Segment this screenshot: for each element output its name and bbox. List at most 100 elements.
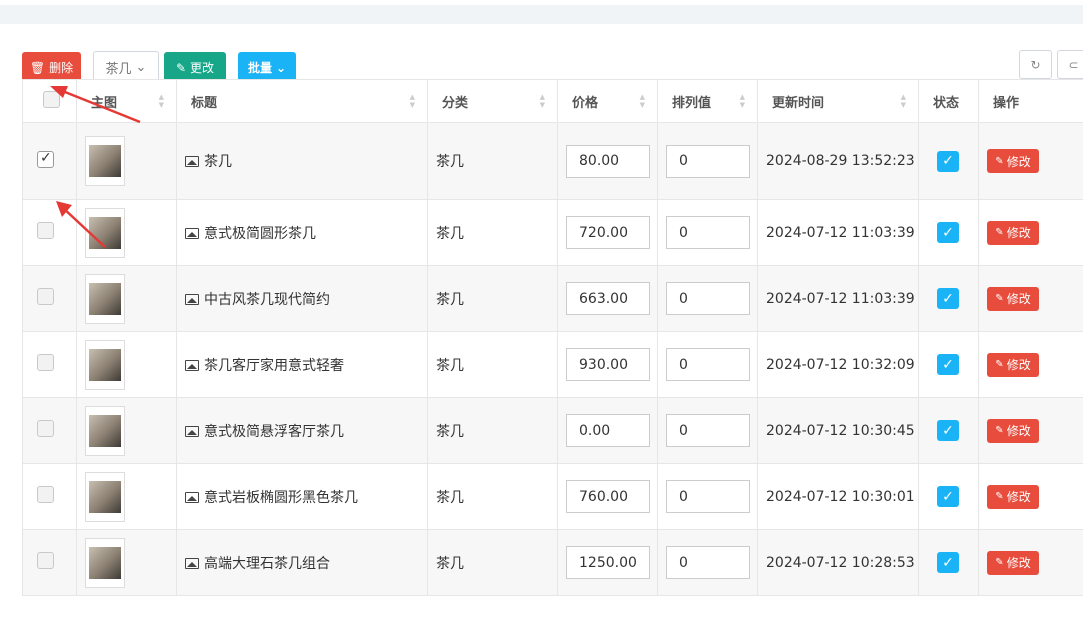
price-input[interactable]: 1250.00: [566, 546, 650, 579]
sort-value-input[interactable]: 0: [666, 216, 750, 249]
toggle-view-button[interactable]: ⊂: [1057, 50, 1083, 79]
status-cell: ✓: [918, 331, 979, 398]
product-title[interactable]: 中古风茶几现代简约: [204, 292, 330, 308]
sort-icon[interactable]: ▲ ▼: [410, 93, 415, 109]
product-thumbnail[interactable]: [85, 471, 125, 522]
product-thumbnail[interactable]: [85, 136, 125, 186]
product-title[interactable]: 意式极简圆形茶几: [204, 226, 316, 242]
batch-label: 批量: [247, 61, 272, 75]
table-row[interactable]: 茶几 茶几 80.00 0 2024-08-29 13:52:23 ✓ ✎修改: [22, 122, 1083, 200]
chevron-down-icon: ⌄: [275, 60, 287, 75]
price-input[interactable]: 720.00: [566, 216, 650, 249]
sort-icon[interactable]: ▲ ▼: [640, 93, 645, 109]
row-select-cell[interactable]: [22, 463, 77, 530]
table-row[interactable]: 意式岩板椭圆形黑色茶几 茶几 760.00 0 2024-07-12 10:30:01 ✓…: [22, 463, 1083, 530]
refresh-button[interactable]: ↻: [1019, 50, 1052, 79]
action-cell: ✎ 修改: [978, 397, 1083, 464]
category-cell: 茶几: [427, 397, 558, 464]
price-input[interactable]: 663.00: [566, 282, 650, 315]
row-select-cell[interactable]: [22, 529, 77, 596]
product-thumbnail[interactable]: [85, 273, 125, 324]
sort-value-input[interactable]: 0: [666, 144, 750, 178]
modify-button[interactable]: ✎ 修改: [987, 418, 1039, 443]
modify-button[interactable]: ✎ 修改: [987, 149, 1039, 173]
column-header-updated[interactable]: 更新时间 ▲ ▼: [757, 79, 919, 123]
column-header-status: 状态: [918, 79, 979, 123]
sort-value-cell: 0: [657, 331, 758, 398]
check-icon[interactable]: ✓: [937, 552, 959, 573]
sort-value-input[interactable]: 0: [666, 282, 750, 315]
row-checkbox[interactable]: [37, 552, 54, 569]
check-icon[interactable]: ✓: [937, 354, 959, 375]
row-checkbox[interactable]: [37, 288, 54, 305]
edit-icon: ✎: [995, 155, 1004, 167]
check-icon[interactable]: ✓: [937, 222, 959, 243]
price-input[interactable]: 0.00: [566, 414, 650, 447]
row-select-cell[interactable]: [22, 331, 77, 398]
thumbnail-cell: [76, 265, 177, 332]
sort-icon[interactable]: ▲ ▼: [901, 93, 906, 109]
status-cell: ✓: [918, 122, 979, 200]
sort-icon[interactable]: ▲ ▼: [740, 93, 745, 109]
column-header-price[interactable]: 价格 ▲ ▼: [557, 79, 658, 123]
check-icon[interactable]: ✓: [937, 486, 959, 507]
modify-button[interactable]: ✎ 修改: [987, 286, 1039, 311]
sort-value-input[interactable]: 0: [666, 480, 750, 513]
select-all-checkbox[interactable]: [43, 90, 60, 108]
edit-icon: ✎: [995, 227, 1004, 238]
sort-icon[interactable]: ▲ ▼: [540, 93, 545, 109]
sort-value-input[interactable]: 0: [666, 348, 750, 381]
check-icon[interactable]: ✓: [937, 420, 959, 441]
product-thumbnail[interactable]: [85, 207, 125, 258]
table-row[interactable]: 意式极简悬浮客厅茶几 茶几 0.00 0 2024-07-12 10:30:45 ✓ ✎ 修改: [22, 397, 1083, 464]
updated-cell: 2024-07-12 11:03:39: [757, 199, 919, 266]
check-icon[interactable]: ✓: [937, 150, 959, 172]
column-header-image[interactable]: 主图 ▲ ▼: [76, 79, 177, 123]
price-input[interactable]: 930.00: [566, 348, 650, 381]
table-row[interactable]: 中古风茶几现代简约 茶几 663.00 0 2024-07-12 11:03:39 ✓ ✎ 修…: [22, 265, 1083, 332]
row-checkbox[interactable]: [37, 150, 54, 168]
category-cell: 茶几: [427, 122, 558, 200]
image-icon: [185, 359, 199, 371]
select-all-cell[interactable]: [22, 79, 77, 123]
table-row[interactable]: 高端大理石茶几组合 茶几 1250.00 0 2024-07-12 10:28:53 ✓ ✎…: [22, 529, 1083, 596]
updated-time: 2024-08-29 13:52:23: [766, 153, 915, 169]
product-thumbnail[interactable]: [85, 405, 125, 456]
modify-button[interactable]: ✎ 修改: [987, 352, 1039, 377]
edit-icon: ✎: [995, 425, 1004, 436]
sort-value-cell: 0: [657, 265, 758, 332]
check-icon[interactable]: ✓: [937, 288, 959, 309]
image-icon: [185, 156, 199, 167]
product-title[interactable]: 茶几: [204, 154, 232, 170]
product-category: 茶几: [436, 555, 464, 572]
sort-icon[interactable]: ▲ ▼: [159, 93, 164, 109]
column-header-sort-value[interactable]: 排列值 ▲ ▼: [657, 79, 758, 123]
table-row[interactable]: 意式极简圆形茶几 茶几 720.00 0 2024-07-12 11:03:39 ✓ ✎ 修改: [22, 199, 1083, 266]
sort-value-cell: 0: [657, 397, 758, 464]
product-title[interactable]: 高端大理石茶几组合: [204, 556, 330, 572]
modify-button[interactable]: ✎ 修改: [987, 484, 1039, 509]
product-thumbnail[interactable]: [85, 537, 125, 588]
column-header-title[interactable]: 标题 ▲ ▼: [176, 79, 428, 123]
row-select-cell[interactable]: [22, 397, 77, 464]
product-title[interactable]: 茶几客厅家用意式轻奢: [204, 358, 344, 374]
row-select-cell[interactable]: [22, 265, 77, 332]
row-checkbox[interactable]: [37, 420, 54, 437]
product-title[interactable]: 意式极简悬浮客厅茶几: [204, 424, 344, 440]
product-thumbnail[interactable]: [85, 339, 125, 390]
row-checkbox[interactable]: [37, 222, 54, 239]
row-checkbox[interactable]: [37, 354, 54, 371]
price-input[interactable]: 760.00: [566, 480, 650, 513]
modify-button[interactable]: ✎ 修改: [987, 220, 1039, 245]
sort-value-input[interactable]: 0: [666, 414, 750, 447]
product-title[interactable]: 意式岩板椭圆形黑色茶几: [204, 490, 358, 506]
row-select-cell[interactable]: [22, 199, 77, 266]
row-select-cell[interactable]: [22, 122, 77, 200]
modify-button[interactable]: ✎ 修改: [987, 550, 1039, 575]
sort-value-input[interactable]: 0: [666, 546, 750, 579]
price-cell: 760.00: [557, 463, 658, 530]
table-row[interactable]: 茶几客厅家用意式轻奢 茶几 930.00 0 2024-07-12 10:32:09 ✓ ✎…: [22, 331, 1083, 398]
column-header-category[interactable]: 分类 ▲ ▼: [427, 79, 558, 123]
row-checkbox[interactable]: [37, 486, 54, 503]
price-input[interactable]: 80.00: [566, 144, 650, 178]
